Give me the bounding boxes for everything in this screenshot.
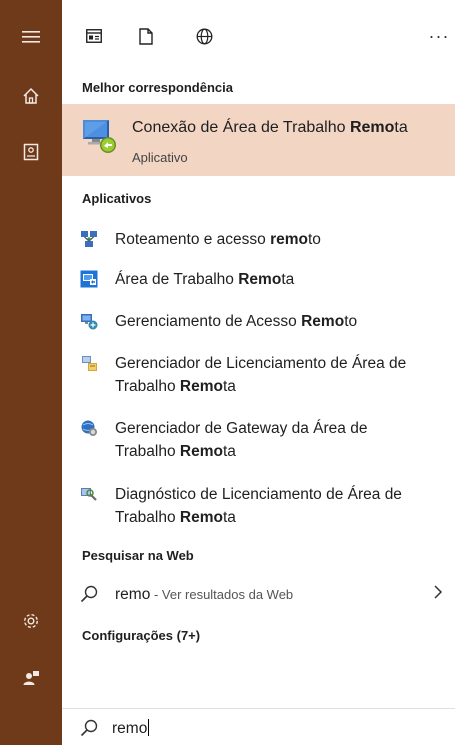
filter-toolbar: ··· xyxy=(62,0,455,72)
routing-icon xyxy=(80,230,98,248)
remote-desktop-icon xyxy=(80,270,98,288)
search-window: ··· Melhor correspondência Conexão de Ár… xyxy=(0,0,455,746)
more-options-icon[interactable]: ··· xyxy=(427,22,451,50)
best-match-title: Conexão de Área de Trabalho Remota xyxy=(132,119,408,136)
text-cursor xyxy=(148,719,150,736)
section-apps: Aplicativos xyxy=(82,191,152,206)
web-filter-icon[interactable] xyxy=(190,22,218,50)
left-rail xyxy=(0,0,62,745)
home-icon[interactable] xyxy=(0,74,62,118)
licensing-diagnoser-icon xyxy=(80,485,98,503)
app-label: Gerenciamento de Acesso Remoto xyxy=(115,313,358,330)
app-label: Diagnóstico de Licenciamento de Área de T… xyxy=(115,486,402,526)
app-label: Gerenciador de Licenciamento de Área de T… xyxy=(115,355,407,395)
best-match-subtitle: Aplicativo xyxy=(132,150,188,165)
search-icon xyxy=(80,719,98,737)
app-item-gateway-manager[interactable]: Gerenciador de Gateway da Área de Trabalh… xyxy=(62,417,455,463)
licensing-manager-icon xyxy=(80,354,98,372)
search-input[interactable]: remo xyxy=(112,719,150,738)
remote-access-icon xyxy=(80,312,98,330)
app-label: Roteamento e acesso remoto xyxy=(115,231,321,248)
app-label: Gerenciador de Gateway da Área de Trabalh… xyxy=(115,420,368,460)
chevron-right-icon[interactable] xyxy=(433,585,443,604)
app-item-remote-desktop[interactable]: Área de Trabalho Remota xyxy=(62,268,455,292)
results-panel: ··· Melhor correspondência Conexão de Ár… xyxy=(62,0,455,746)
search-box[interactable]: remo xyxy=(62,708,455,746)
app-item-remote-access[interactable]: Gerenciamento de Acesso Remoto xyxy=(62,310,455,334)
gateway-manager-icon xyxy=(80,419,98,437)
app-item-licensing-manager[interactable]: Gerenciador de Licenciamento de Área de T… xyxy=(62,352,455,398)
remote-desktop-connection-icon xyxy=(80,116,120,156)
feedback-icon[interactable] xyxy=(0,656,62,700)
app-item-licensing-diagnoser[interactable]: Diagnóstico de Licenciamento de Área de T… xyxy=(62,483,455,529)
section-best-match: Melhor correspondência xyxy=(82,80,233,95)
documents-filter-icon[interactable] xyxy=(132,22,160,50)
settings-gear-icon[interactable] xyxy=(0,599,62,643)
app-item-routing[interactable]: Roteamento e acesso remoto xyxy=(62,228,455,252)
notebook-icon[interactable] xyxy=(0,130,62,174)
web-search-label: remo - Ver resultados da Web xyxy=(115,586,294,603)
section-web: Pesquisar na Web xyxy=(82,548,194,563)
section-settings[interactable]: Configurações (7+) xyxy=(82,628,200,643)
app-label: Área de Trabalho Remota xyxy=(115,271,295,288)
search-icon xyxy=(80,585,98,603)
web-search-item[interactable]: remo - Ver resultados da Web xyxy=(62,583,455,607)
best-match-item[interactable]: Conexão de Área de Trabalho Remota Aplic… xyxy=(62,104,455,176)
hamburger-menu-icon[interactable] xyxy=(0,15,62,59)
apps-filter-icon[interactable] xyxy=(80,22,108,50)
